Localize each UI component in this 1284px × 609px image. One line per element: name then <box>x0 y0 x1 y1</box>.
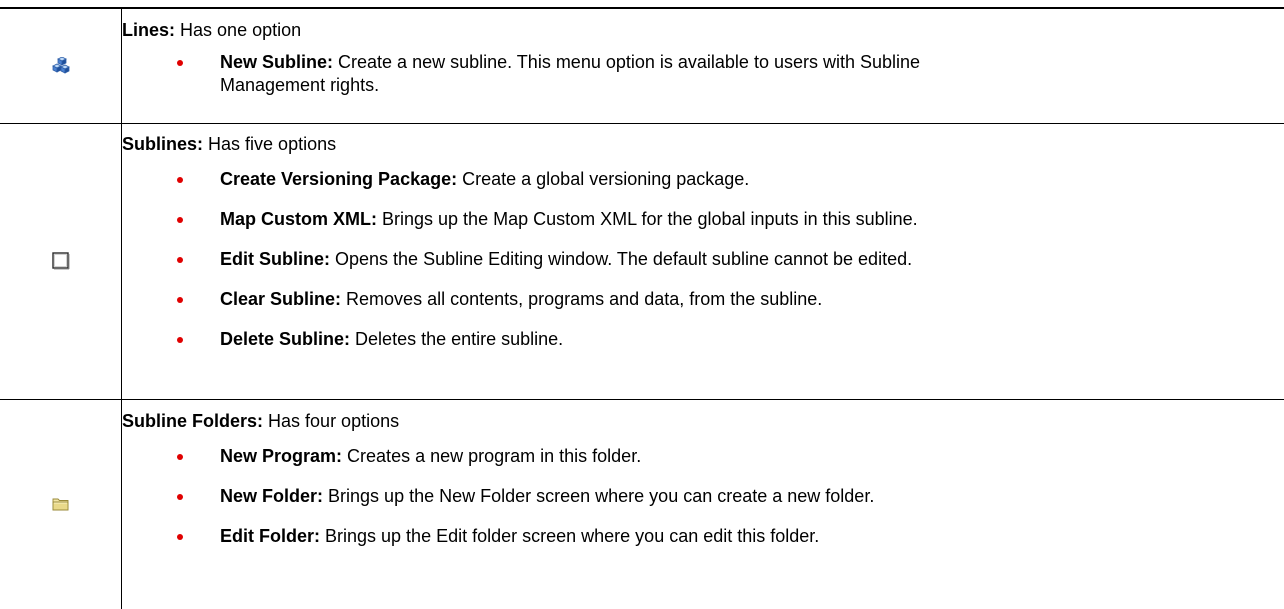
icon-cell <box>0 7 122 123</box>
list-item: Edit Folder: Brings up the Edit folder s… <box>122 525 1284 548</box>
icon-cell <box>0 122 122 399</box>
list-item: Clear Subline: Removes all contents, pro… <box>122 288 1284 311</box>
subline-icon <box>51 252 69 270</box>
list-item: New Program: Creates a new program in th… <box>122 445 1284 468</box>
section-heading: Subline Folders: Has four options <box>122 410 400 431</box>
lines-icon <box>51 56 70 74</box>
list-item: Map Custom XML: Brings up the Map Custom… <box>122 208 1284 231</box>
table-row-sublines: Sublines: Has five options Create Versio… <box>0 122 1284 399</box>
icon-cell <box>0 398 122 609</box>
option-list: New Subline: Create a new subline. This … <box>122 51 1284 97</box>
list-item: Edit Subline: Opens the Subline Editing … <box>122 248 1284 271</box>
table-row-subline-folders: Subline Folders: Has four options New Pr… <box>0 398 1284 609</box>
section-heading: Sublines: Has five options <box>122 133 337 154</box>
context-menu-options-table: Lines: Has one option New Subline: Creat… <box>0 7 1284 609</box>
table-row-lines: Lines: Has one option New Subline: Creat… <box>0 7 1284 123</box>
option-list: New Program: Creates a new program in th… <box>122 445 1284 548</box>
list-item: Delete Subline: Deletes the entire subli… <box>122 328 1284 351</box>
folder-icon <box>52 498 68 511</box>
description-cell: Subline Folders: Has four options New Pr… <box>121 398 1284 609</box>
list-item: New Folder: Brings up the New Folder scr… <box>122 485 1284 508</box>
description-cell: Lines: Has one option New Subline: Creat… <box>121 7 1284 123</box>
option-list: Create Versioning Package: Create a glob… <box>122 168 1284 351</box>
list-item: New Subline: Create a new subline. This … <box>122 51 1284 97</box>
section-heading: Lines: Has one option <box>122 20 302 40</box>
description-cell: Sublines: Has five options Create Versio… <box>121 122 1284 399</box>
list-item: Create Versioning Package: Create a glob… <box>122 168 1284 191</box>
